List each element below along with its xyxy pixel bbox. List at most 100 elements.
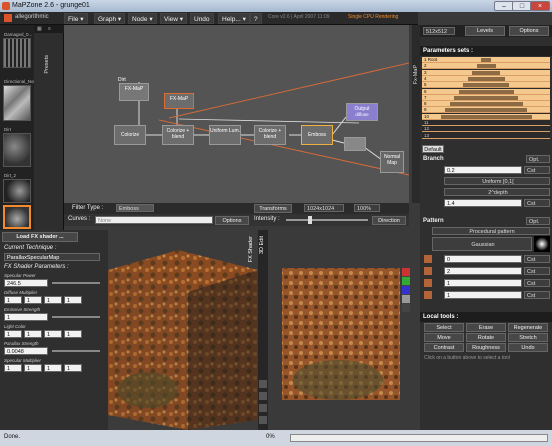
shader-param-value[interactable]: 1 <box>4 330 22 338</box>
level-row[interactable]: 3 <box>422 69 550 76</box>
pattern-row-mode[interactable]: Cst <box>524 267 550 275</box>
tool-regenerate[interactable]: Regenerate <box>508 323 548 332</box>
branch-row2-value[interactable]: Uniform [0,1[ <box>444 177 550 185</box>
pattern-row-icon[interactable] <box>424 267 432 275</box>
transforms-button[interactable]: Transforms <box>254 204 292 213</box>
tool-move[interactable]: Move <box>424 333 464 342</box>
branch-row1-value[interactable]: 0.2 <box>444 166 522 174</box>
pattern-row-value[interactable]: 1 <box>444 279 522 287</box>
level-row[interactable]: 5 <box>422 82 550 89</box>
shader-param-value[interactable]: 1 <box>4 313 48 321</box>
channel-blue-icon[interactable] <box>402 286 410 294</box>
tool-select[interactable]: Select <box>424 323 464 332</box>
thumb-dirt[interactable] <box>3 133 31 167</box>
thumb-directional-noise[interactable] <box>3 85 31 121</box>
branch-opt[interactable]: Opt. <box>526 155 550 163</box>
levels-list[interactable]: 1 Root 2 3 4 5 6 7 8 9 10 11 12 13 <box>422 57 550 139</box>
3d-view[interactable]: FX Shader <box>108 230 258 430</box>
zoom-select[interactable]: 100% <box>354 204 380 212</box>
menu-view[interactable]: View ▾ <box>160 13 188 24</box>
list-icon[interactable]: ≡ <box>48 26 51 32</box>
pattern-row-icon[interactable] <box>424 255 432 263</box>
channel-red-icon[interactable] <box>402 268 410 276</box>
shader-param-slider[interactable] <box>52 282 100 284</box>
node-emboss[interactable]: Emboss <box>301 125 333 145</box>
close-button[interactable]: × <box>530 1 550 11</box>
pattern-type[interactable]: Procedural pattern <box>432 227 550 235</box>
shader-param-value[interactable]: 246.5 <box>4 279 48 287</box>
node-fxmap-a[interactable]: FX-MaP <box>119 83 149 101</box>
graph-editor[interactable]: FX-MaP Dirt FX-MaP Colorize Colorize + b… <box>64 25 409 203</box>
shader-param-value[interactable]: 0.0048 <box>4 347 48 355</box>
branch-row1-mode[interactable]: Cst <box>524 166 550 174</box>
size-select[interactable]: 512x512 <box>423 27 455 35</box>
node-blend[interactable] <box>344 137 366 151</box>
shader-param-value[interactable]: 1 <box>44 330 62 338</box>
tool-contrast[interactable]: Contrast <box>424 343 464 352</box>
pattern-row-mode[interactable]: Cst <box>524 291 550 299</box>
thumb-dirt-2[interactable] <box>3 179 31 203</box>
view-tool-icon[interactable] <box>259 404 267 412</box>
shader-param-value[interactable]: 1 <box>24 364 42 372</box>
curves-options-button[interactable]: Options <box>215 216 249 225</box>
shader-param-slider[interactable] <box>52 350 100 352</box>
shader-param-value[interactable]: 1 <box>24 330 42 338</box>
menu-file[interactable]: File ▾ <box>64 13 88 24</box>
pattern-opt[interactable]: Opt. <box>526 217 550 225</box>
pattern-row-mode[interactable]: Cst <box>524 279 550 287</box>
tool-rotate[interactable]: Rotate <box>466 333 506 342</box>
level-row[interactable]: 1 Root <box>422 57 550 63</box>
tool-roughness[interactable]: Roughness <box>466 343 506 352</box>
resolution-select[interactable]: 1024x1024 <box>304 204 344 212</box>
default-tab[interactable]: Default <box>422 145 444 153</box>
menu-node[interactable]: Node ▾ <box>128 13 157 24</box>
pattern-row-icon[interactable] <box>424 279 432 287</box>
fxmap-side-tab[interactable]: Fx-MaP <box>412 25 420 203</box>
node-uniform[interactable]: Uniform Lum. <box>209 125 241 145</box>
view-tool-icon[interactable] <box>259 416 267 424</box>
menu-graph[interactable]: Graph ▾ <box>94 13 126 24</box>
node-normal-map[interactable]: Normal Map <box>380 151 404 173</box>
shader-param-slider[interactable] <box>52 316 100 318</box>
thumb-damaged[interactable] <box>3 38 31 68</box>
node-fxmap-b[interactable]: FX-MaP <box>164 93 194 109</box>
level-row[interactable]: 12 <box>422 126 550 133</box>
tool-erase[interactable]: Erase <box>466 323 506 332</box>
level-row[interactable]: 4 <box>422 75 550 82</box>
branch-row3-value[interactable]: 2^depth <box>444 188 550 196</box>
node-colorize-blend[interactable]: Colorize + blend <box>162 125 194 145</box>
intensity-slider[interactable] <box>286 219 368 221</box>
tool-stretch[interactable]: Stretch <box>508 333 548 342</box>
technique-select[interactable]: ParallaxSpecularMap <box>4 253 100 261</box>
level-row[interactable]: 13 <box>422 132 550 139</box>
minimize-button[interactable]: – <box>494 1 514 11</box>
tool-undo[interactable]: Undo <box>508 343 548 352</box>
levels-tab[interactable]: Levels <box>465 26 505 36</box>
node-colorize-blend-2[interactable]: Colorize + blend <box>254 125 286 145</box>
pattern-row-mode[interactable]: Cst <box>524 255 550 263</box>
branch-row4-mode[interactable]: Cst <box>524 199 550 207</box>
filter-type-select[interactable]: Emboss <box>116 204 154 212</box>
shader-param-value[interactable]: 1 <box>64 330 82 338</box>
view-tool-icon[interactable] <box>259 380 267 388</box>
shader-param-value[interactable]: 1 <box>64 296 82 304</box>
thumb-dirt-3-selected[interactable] <box>3 205 31 229</box>
level-row[interactable]: 9 <box>422 107 550 114</box>
curves-input[interactable]: None <box>95 216 213 224</box>
channel-green-icon[interactable] <box>402 277 410 285</box>
view-tool-icon[interactable] <box>259 392 267 400</box>
maximize-button[interactable]: □ <box>512 1 532 11</box>
channel-alpha-icon[interactable] <box>402 295 410 303</box>
branch-row4-value[interactable]: 1.4 <box>444 199 522 207</box>
level-row[interactable]: 7 <box>422 94 550 101</box>
options-tab[interactable]: Options <box>509 26 549 36</box>
grid-icon[interactable]: ▦ <box>37 26 42 32</box>
menu-undo[interactable]: Undo <box>190 13 214 24</box>
level-row[interactable]: 11 <box>422 120 550 126</box>
direction-button[interactable]: Direction <box>372 216 406 225</box>
intensity-slider-thumb[interactable] <box>308 216 312 224</box>
menu-help[interactable]: Help... ▾ <box>218 13 250 24</box>
load-shader-button[interactable]: Load FX shader ... <box>2 232 78 242</box>
2d-texture-view[interactable] <box>268 230 418 430</box>
shader-param-value[interactable]: 1 <box>4 364 22 372</box>
